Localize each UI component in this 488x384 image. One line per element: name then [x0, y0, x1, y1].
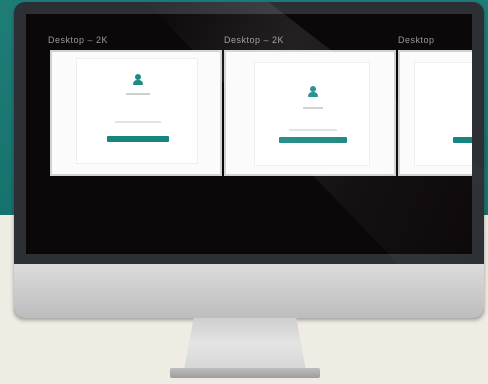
preview-card-3[interactable] — [398, 50, 472, 176]
device-label-3: Desktop — [398, 35, 435, 45]
monitor: Desktop – 2K Desktop – 2K Desktop — [14, 2, 488, 318]
primary-button[interactable] — [107, 136, 169, 142]
user-avatar-icon — [307, 85, 319, 97]
monitor-stand — [184, 318, 306, 370]
user-avatar-icon — [132, 73, 144, 85]
name-placeholder — [303, 107, 323, 109]
monitor-stand-base — [170, 368, 320, 378]
monitor-chin — [14, 264, 484, 318]
monitor-screen: Desktop – 2K Desktop – 2K Desktop — [26, 14, 472, 254]
preview-card-2[interactable] — [224, 50, 396, 176]
device-label-2: Desktop – 2K — [224, 35, 285, 45]
text-placeholder — [115, 121, 161, 123]
card-content — [76, 58, 198, 164]
preview-card-1[interactable] — [50, 50, 222, 176]
primary-button[interactable] — [279, 137, 347, 143]
card-content — [254, 62, 370, 166]
text-placeholder — [289, 129, 337, 131]
card-content — [414, 62, 472, 166]
name-placeholder — [126, 93, 150, 95]
device-label-1: Desktop – 2K — [48, 35, 109, 45]
primary-button[interactable] — [453, 137, 472, 143]
